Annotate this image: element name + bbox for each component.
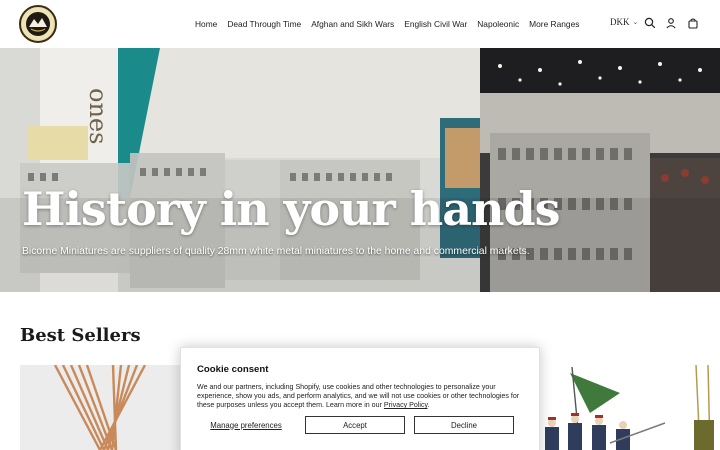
bicorne-logo[interactable]	[19, 5, 57, 43]
account-icon[interactable]	[664, 16, 678, 30]
currency-selector[interactable]: DKK ⌄	[610, 17, 638, 27]
product-card[interactable]	[20, 365, 180, 450]
nav-home[interactable]: Home	[190, 19, 222, 29]
product-image	[540, 365, 676, 450]
currency-label: DKK	[610, 17, 630, 27]
nav-afghan-sikh-wars[interactable]: Afghan and Sikh Wars	[306, 19, 399, 29]
cookie-body-text: We and our partners, including Shopify, …	[197, 383, 520, 410]
product-card[interactable]	[686, 365, 720, 450]
search-icon[interactable]	[643, 16, 657, 30]
nav-napoleonic[interactable]: Napoleonic	[472, 19, 524, 29]
privacy-policy-link[interactable]: Privacy Policy	[384, 401, 428, 409]
cookie-title: Cookie consent	[197, 364, 269, 375]
product-image	[686, 365, 720, 450]
product-card[interactable]	[540, 365, 676, 450]
hero-subtitle: Bicorne Miniatures are suppliers of qual…	[22, 246, 530, 257]
chevron-down-icon: ⌄	[632, 18, 639, 26]
hero-title: History in your hands	[22, 182, 561, 236]
nav-more-ranges[interactable]: More Ranges	[524, 19, 584, 29]
decline-button[interactable]: Decline	[414, 416, 514, 434]
accept-button[interactable]: Accept	[305, 416, 405, 434]
cookie-consent-dialog: Cookie consent We and our partners, incl…	[180, 347, 540, 450]
main-nav: Home Dead Through Time Afghan and Sikh W…	[190, 0, 584, 48]
product-image	[20, 365, 180, 450]
best-sellers-title: Best Sellers	[20, 325, 141, 346]
manage-preferences-button[interactable]: Manage preferences	[196, 416, 296, 434]
cart-icon[interactable]	[686, 16, 700, 30]
logo-emblem	[22, 8, 54, 40]
nav-dead-through-time[interactable]: Dead Through Time	[222, 19, 306, 29]
nav-english-civil-war[interactable]: English Civil War	[399, 19, 472, 29]
cookie-body: We and our partners, including Shopify, …	[197, 383, 520, 410]
site-header: Home Dead Through Time Afghan and Sikh W…	[0, 0, 720, 48]
svg-text:ones: ones	[84, 88, 112, 144]
